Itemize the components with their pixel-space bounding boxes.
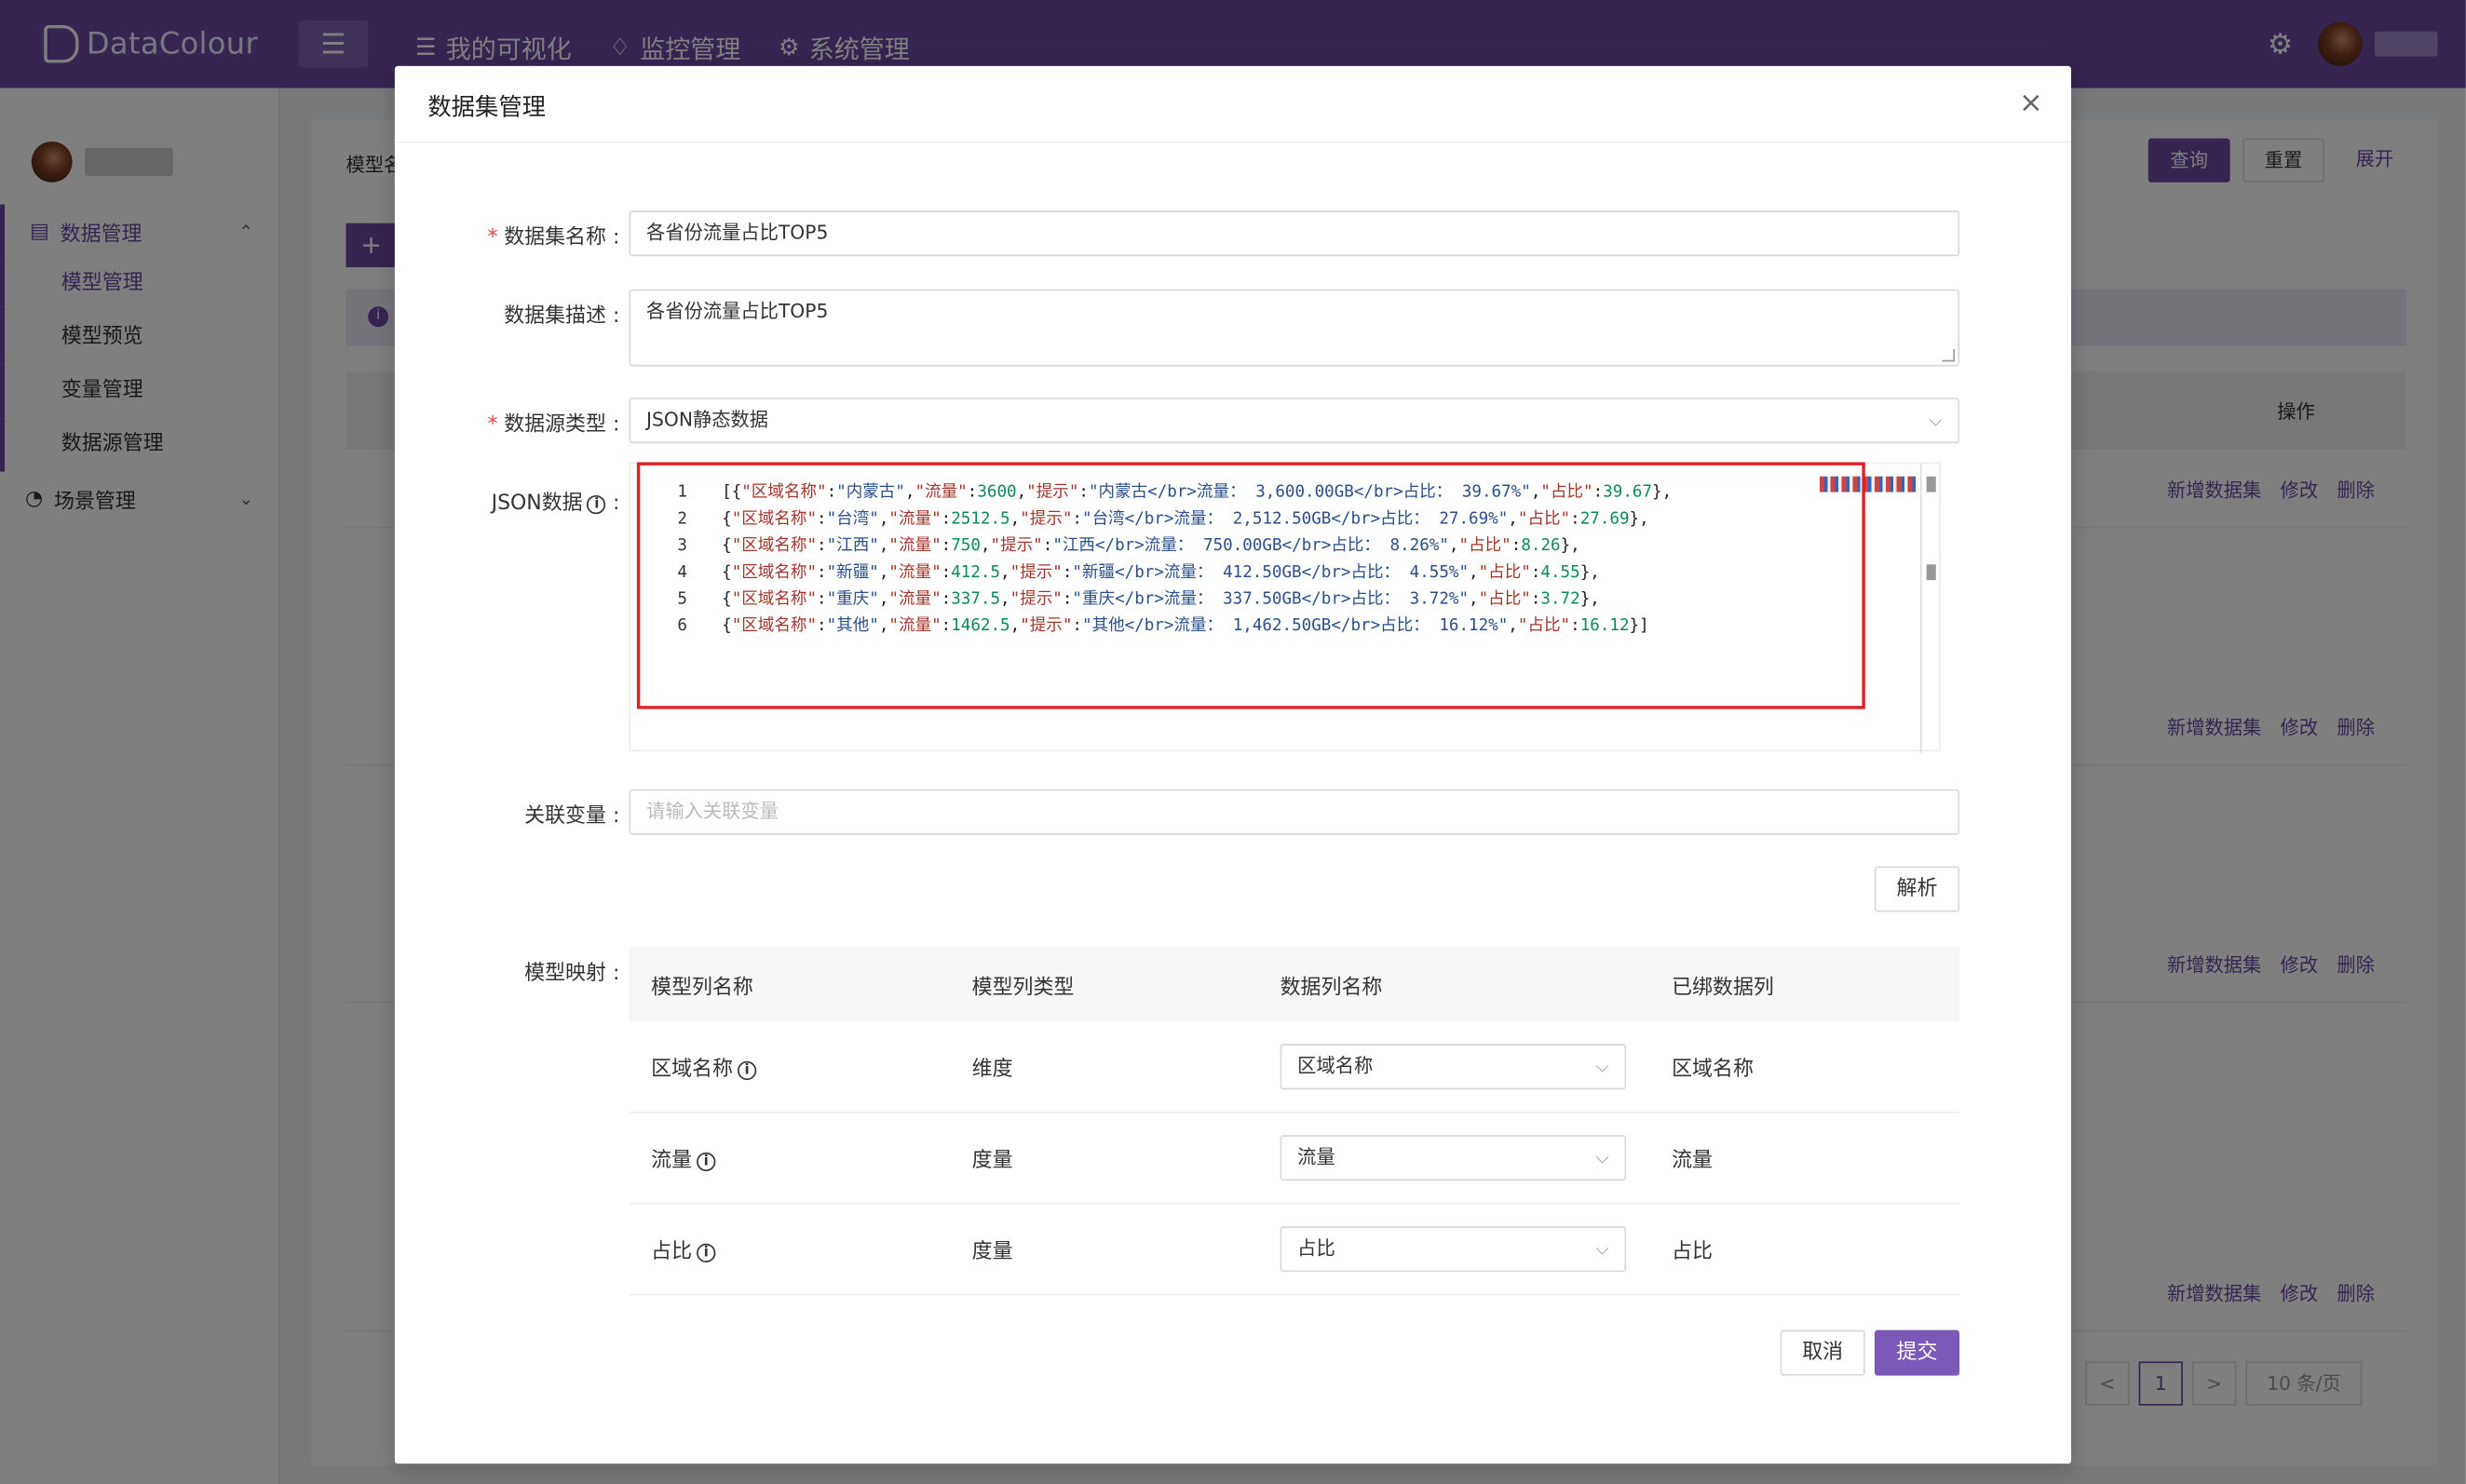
- cancel-button[interactable]: 取消: [1780, 1329, 1865, 1376]
- bound-col: 占比: [1672, 1240, 1714, 1264]
- data-col-select[interactable]: 区域名称 ⌵: [1280, 1044, 1627, 1090]
- editor-minimap[interactable]: [1819, 476, 1917, 492]
- code-line: 1[{"区域名称": "内蒙古", "流量":3600, "提示": "内蒙古</br>…: [677, 482, 1673, 502]
- model-col-type: 度量: [971, 1240, 1013, 1264]
- model-col-name: 占比 i: [629, 1234, 949, 1264]
- col-header: 数据列名称: [1280, 975, 1383, 1000]
- bound-col: 流量: [1672, 1149, 1714, 1173]
- info-icon: i: [738, 1060, 757, 1081]
- mapping-table-header: 模型列名称 模型列类型 数据列名称 已绑数据列: [629, 946, 1960, 1022]
- info-icon: i: [697, 1243, 716, 1263]
- parse-button[interactable]: 解析: [1874, 866, 1960, 912]
- model-col-name: 区域名称 i: [629, 1052, 949, 1082]
- field-label: 模型映射 :: [524, 962, 620, 986]
- bound-col: 区域名称: [1672, 1058, 1754, 1082]
- col-header: 模型列名称: [651, 975, 753, 1000]
- data-col-cell: 占比 ⌵: [1258, 1226, 1649, 1273]
- model-col-name: 流量 i: [629, 1143, 949, 1173]
- table-row: 占比 i 度量 占比 ⌵ 占比: [629, 1205, 1960, 1296]
- info-icon: i: [697, 1152, 716, 1172]
- col-header: 模型列类型: [971, 975, 1075, 1000]
- code-line: 3{"区域名称": "江西", "流量":750, "提示": "江西</br>流量： …: [677, 535, 1580, 556]
- data-col-cell: 区域名称 ⌵: [1258, 1044, 1649, 1090]
- col-header: 已绑数据列: [1672, 975, 1774, 1000]
- code-line: 6{"区域名称": "其他", "流量":1462.5, "提示": "其他</br>流…: [677, 615, 1649, 636]
- chevron-down-icon: ⌵: [1929, 410, 1943, 431]
- chevron-down-icon: ⌵: [1595, 1147, 1609, 1168]
- data-col-select[interactable]: 占比 ⌵: [1280, 1226, 1627, 1273]
- code-line: 4{"区域名称": "新疆", "流量":412.5, "提示": "新疆</br>流量…: [677, 562, 1600, 582]
- json-code-editor[interactable]: 1[{"区域名称": "内蒙古", "流量":3600, "提示": "内蒙古</br>…: [629, 462, 1941, 753]
- source-type-value: JSON静态数据: [646, 409, 769, 431]
- submit-button[interactable]: 提交: [1874, 1329, 1960, 1376]
- code-lines: 1[{"区域名称": "内蒙古", "流量":3600, "提示": "内蒙古</br>…: [630, 479, 1920, 640]
- modal-header: 数据集管理 ×: [394, 66, 2072, 143]
- field-label: JSON数据 i :: [491, 492, 620, 516]
- model-col-type: 维度: [971, 1058, 1013, 1082]
- table-row: 区域名称 i 维度 区域名称 ⌵ 区域名称: [629, 1022, 1960, 1113]
- close-icon[interactable]: ×: [2019, 87, 2042, 119]
- chevron-down-icon: ⌵: [1595, 1238, 1609, 1260]
- source-type-select[interactable]: JSON静态数据 ⌵: [629, 398, 1960, 444]
- data-col-cell: 流量 ⌵: [1258, 1135, 1649, 1181]
- app-root: DataColour ☰ ☰ 我的可视化 ♢ 监控管理 ⚙ 系统管理 ⚙: [0, 0, 2466, 1484]
- chevron-down-icon: ⌵: [1595, 1056, 1609, 1077]
- field-label: * 数据源类型 :: [487, 413, 620, 438]
- field-label: * 数据集名称 :: [487, 226, 620, 250]
- code-line: 2{"区域名称": "台湾", "流量":2512.5, "提示": "台湾</br>流…: [677, 509, 1649, 529]
- editor-scrollbar[interactable]: [1919, 464, 1939, 753]
- mapping-table: 模型列名称 模型列类型 数据列名称 已绑数据列 区域名称 i 维度 区域名称 ⌵ 区…: [629, 946, 1960, 1296]
- dataset-desc-textarea[interactable]: 各省份流量占比TOP5: [629, 289, 1960, 367]
- desc-value: 各省份流量占比TOP5: [646, 300, 829, 323]
- table-row: 流量 i 度量 流量 ⌵ 流量: [629, 1113, 1960, 1205]
- variable-input[interactable]: 请输入关联变量: [629, 789, 1960, 835]
- dataset-modal: 数据集管理 × * 数据集名称 : 各省份流量占比TOP5 数据集描述 : 各省份…: [394, 65, 2072, 1464]
- dataset-name-input[interactable]: 各省份流量占比TOP5: [629, 210, 1960, 257]
- data-col-select[interactable]: 流量 ⌵: [1280, 1135, 1627, 1181]
- modal-title: 数据集管理: [427, 92, 547, 122]
- field-label: 数据集描述 :: [504, 304, 620, 329]
- code-line: 5{"区域名称": "重庆", "流量":337.5, "提示": "重庆</br>流量…: [677, 589, 1600, 609]
- resize-handle-icon[interactable]: [1942, 348, 1956, 362]
- field-label: 关联变量 :: [524, 804, 620, 829]
- model-col-type: 度量: [971, 1149, 1013, 1173]
- info-icon: i: [587, 494, 606, 515]
